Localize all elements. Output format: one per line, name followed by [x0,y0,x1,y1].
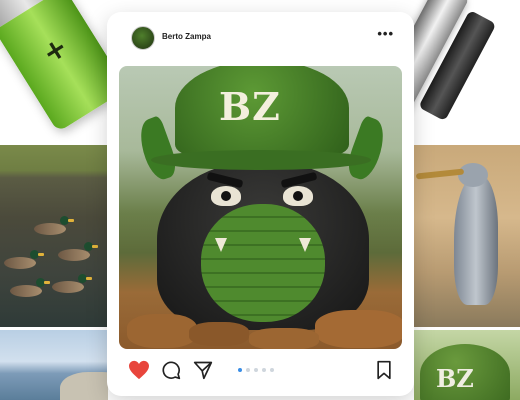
heron-photo [414,145,520,327]
character-belly [201,204,325,322]
cap-photo-text: BZ [436,364,474,393]
post-image[interactable]: BZ [119,66,402,349]
coast-photo [0,330,108,400]
carousel-dot[interactable] [262,368,266,372]
carousel-indicator [238,368,274,372]
carousel-dot[interactable] [238,368,242,372]
plus-icon: + [36,29,74,71]
tooth-right [299,238,311,252]
carousel-dot[interactable] [254,368,258,372]
avatar[interactable] [131,26,155,50]
horn-right [343,115,391,183]
send-icon[interactable] [191,358,215,382]
horn-left [133,115,181,183]
post-card: Berto Zampa ••• BZ [107,12,414,396]
tooth-left [215,238,227,252]
cap-logo: BZ [219,84,281,129]
more-options-icon[interactable]: ••• [377,27,394,40]
ducks-photo [0,145,108,327]
carousel-dot[interactable] [246,368,250,372]
eye-right [283,186,313,206]
cap-photo: BZ [414,330,520,400]
heart-icon[interactable] [127,358,151,382]
cap-brim [151,150,371,170]
comment-icon[interactable] [159,358,183,382]
post-header: Berto Zampa ••• [107,12,414,64]
eye-left [211,186,241,206]
carousel-dot[interactable] [270,368,274,372]
username[interactable]: Berto Zampa [162,32,211,41]
bookmark-icon[interactable] [372,358,396,382]
post-actions [107,358,414,388]
